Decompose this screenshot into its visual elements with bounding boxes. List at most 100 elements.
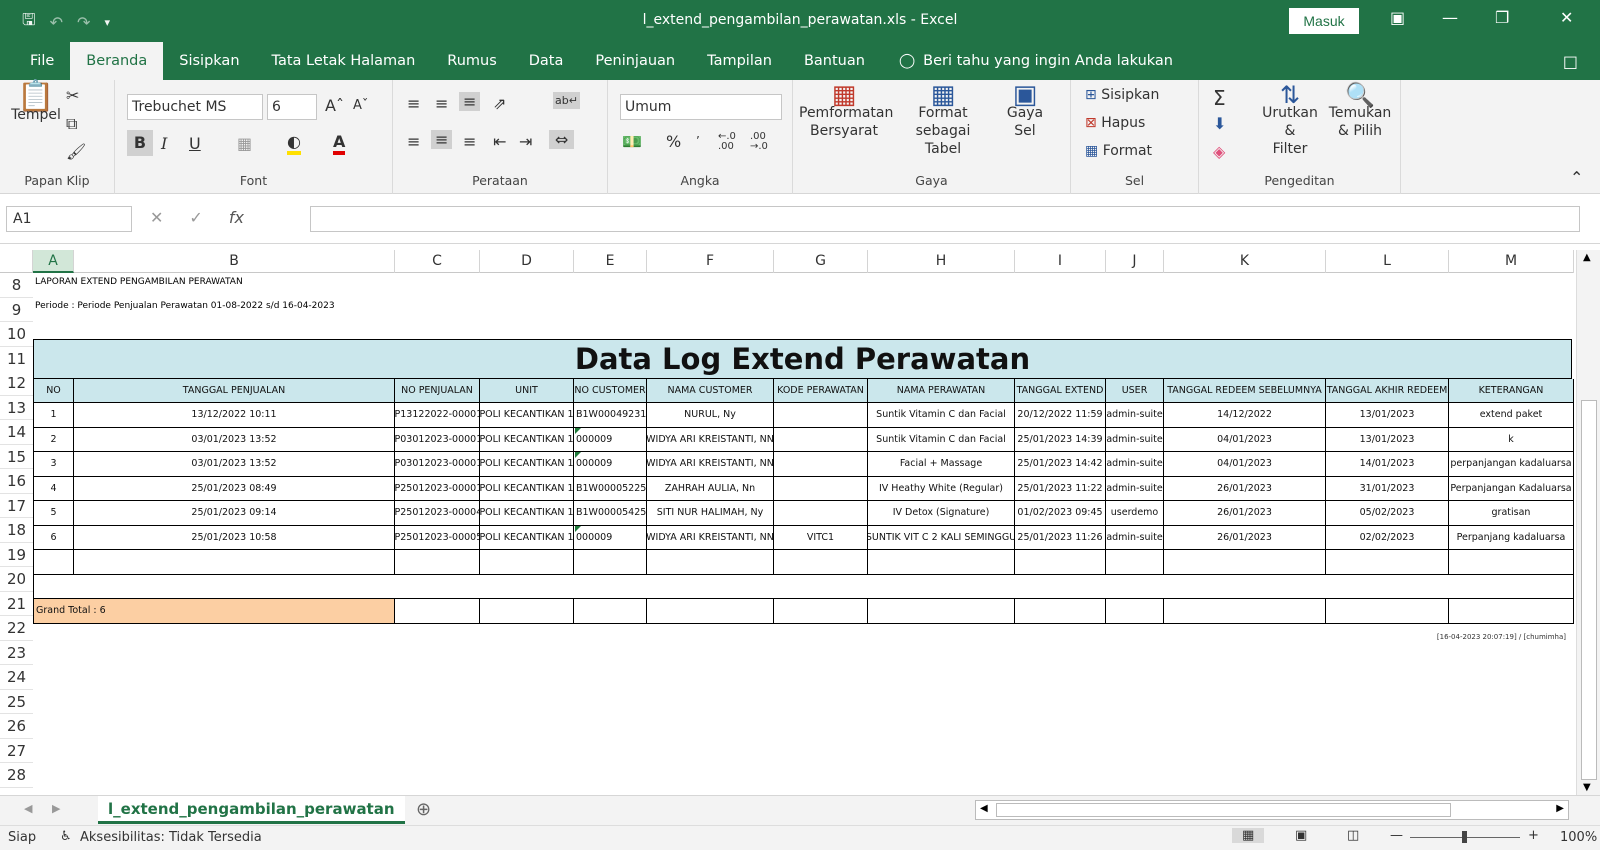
- restore-icon[interactable]: ❐: [1495, 8, 1509, 27]
- scroll-right-icon[interactable]: ▶: [1556, 803, 1564, 814]
- italic-button[interactable]: I: [161, 134, 167, 153]
- format-cells-button[interactable]: ▦ Format: [1085, 142, 1152, 160]
- table-cell-empty[interactable]: [1449, 550, 1574, 575]
- table-cell[interactable]: 31/01/2023: [1326, 476, 1449, 501]
- collapse-ribbon-icon[interactable]: ⌃: [1570, 168, 1583, 187]
- table-header-cell[interactable]: NAMA CUSTOMER: [647, 379, 774, 403]
- row-header-26[interactable]: 26: [0, 714, 33, 739]
- name-box[interactable]: A1: [6, 206, 132, 232]
- table-cell[interactable]: Facial + Massage: [868, 452, 1015, 477]
- merge-center-icon[interactable]: ⇔: [549, 130, 575, 149]
- table-cell[interactable]: SITI NUR HALIMAH, Ny: [647, 501, 774, 526]
- table-cell[interactable]: WIDYA ARI KREISTANTI, NN: [647, 525, 774, 550]
- table-cell[interactable]: POLI KECANTIKAN 1: [480, 525, 574, 550]
- table-cell[interactable]: admin-suite: [1106, 525, 1164, 550]
- zoom-in-icon[interactable]: +: [1528, 828, 1539, 843]
- table-cell[interactable]: 03/01/2023 13:52: [74, 452, 395, 477]
- tab-review[interactable]: Peninjauan: [579, 42, 691, 80]
- table-cell[interactable]: B1W00005425: [574, 501, 647, 526]
- table-cell[interactable]: admin-suite: [1106, 427, 1164, 452]
- cut-icon[interactable]: ✂: [66, 86, 79, 105]
- table-cell[interactable]: k: [1449, 427, 1574, 452]
- table-cell[interactable]: B1W00005225: [574, 476, 647, 501]
- table-cell[interactable]: 26/01/2023: [1164, 476, 1326, 501]
- row-header-24[interactable]: 24: [0, 665, 33, 690]
- row-header-9[interactable]: 9: [0, 297, 33, 322]
- row-header-10[interactable]: 10: [0, 322, 33, 347]
- table-header-cell[interactable]: NO CUSTOMER: [574, 379, 647, 403]
- zoom-slider-thumb[interactable]: [1462, 831, 1467, 843]
- table-cell[interactable]: [774, 403, 868, 428]
- table-cell[interactable]: 25/01/2023 11:26: [1015, 525, 1106, 550]
- customize-qat-icon[interactable]: ▾: [104, 16, 110, 29]
- formula-input[interactable]: [310, 206, 1580, 232]
- tab-help[interactable]: Bantuan: [788, 42, 881, 80]
- grand-total-empty-cell[interactable]: [574, 599, 647, 624]
- scroll-left-icon[interactable]: ◀: [980, 803, 988, 814]
- accessibility-icon[interactable]: ♿: [60, 829, 72, 844]
- row-header-27[interactable]: 27: [0, 738, 33, 763]
- grow-font-icon[interactable]: Aˆ: [325, 96, 344, 115]
- table-cell[interactable]: 1: [33, 403, 74, 428]
- table-cell-empty[interactable]: [574, 550, 647, 575]
- vertical-scrollbar[interactable]: ▲ ▼: [1576, 250, 1600, 795]
- table-cell-empty[interactable]: [33, 550, 74, 575]
- save-icon[interactable]: 🖫: [22, 9, 36, 36]
- table-cell[interactable]: Suntik Vitamin C dan Facial: [868, 427, 1015, 452]
- table-cell[interactable]: 03/01/2023 13:52: [74, 427, 395, 452]
- table-cell[interactable]: 25/01/2023 11:22: [1015, 476, 1106, 501]
- table-cell[interactable]: 25/01/2023 10:58: [74, 525, 395, 550]
- grand-total-empty-cell[interactable]: [480, 599, 574, 624]
- table-cell[interactable]: WIDYA ARI KREISTANTI, NN: [647, 452, 774, 477]
- table-blank-row[interactable]: [33, 574, 1574, 599]
- report-periode[interactable]: Periode : Periode Penjualan Perawatan 01…: [35, 301, 335, 311]
- table-cell[interactable]: 000009: [574, 525, 647, 550]
- orientation-icon[interactable]: ⇗: [493, 94, 506, 113]
- row-header-17[interactable]: 17: [0, 493, 33, 518]
- bold-button[interactable]: B: [127, 130, 153, 156]
- undo-icon[interactable]: ↶: [50, 13, 63, 32]
- align-bottom-icon[interactable]: ≡: [459, 92, 481, 111]
- table-header-cell[interactable]: NO PENJUALAN: [395, 379, 480, 403]
- row-header-25[interactable]: 25: [0, 689, 33, 714]
- close-icon[interactable]: ✕: [1560, 8, 1573, 27]
- format-as-table-button[interactable]: ▦ Format sebagai Tabel: [891, 82, 995, 158]
- row-header-23[interactable]: 23: [0, 640, 33, 665]
- next-sheet-icon[interactable]: ▶: [52, 802, 60, 815]
- align-left-icon[interactable]: ≡: [407, 132, 420, 151]
- table-cell[interactable]: POLI KECANTIKAN 1: [480, 403, 574, 428]
- table-cell[interactable]: 05/02/2023: [1326, 501, 1449, 526]
- grand-total-empty-cell[interactable]: [1326, 599, 1449, 624]
- cell-styles-button[interactable]: ▣ Gaya Sel: [997, 82, 1053, 140]
- sign-in-button[interactable]: Masuk: [1289, 8, 1359, 34]
- table-cell[interactable]: 01/02/2023 09:45: [1015, 501, 1106, 526]
- table-header-cell[interactable]: TANGGAL PENJUALAN: [74, 379, 395, 403]
- table-cell[interactable]: B1W00049231: [574, 403, 647, 428]
- grand-total-cell[interactable]: Grand Total : 6: [33, 599, 395, 624]
- fill-icon[interactable]: ⬇: [1213, 114, 1226, 133]
- table-cell[interactable]: 25/01/2023 08:49: [74, 476, 395, 501]
- table-cell[interactable]: extend paket: [1449, 403, 1574, 428]
- table-cell[interactable]: JP25012023-00004: [395, 501, 480, 526]
- status-accessibility[interactable]: Aksesibilitas: Tidak Tersedia: [80, 830, 262, 845]
- table-cell[interactable]: 4: [33, 476, 74, 501]
- table-cell-empty[interactable]: [774, 550, 868, 575]
- table-cell-empty[interactable]: [868, 550, 1015, 575]
- table-cell[interactable]: 25/01/2023 09:14: [74, 501, 395, 526]
- tab-page-layout[interactable]: Tata Letak Halaman: [256, 42, 432, 80]
- table-cell[interactable]: [774, 427, 868, 452]
- table-cell[interactable]: 13/01/2023: [1326, 427, 1449, 452]
- table-cell[interactable]: 2: [33, 427, 74, 452]
- align-top-icon[interactable]: ≡: [407, 94, 420, 113]
- tab-data[interactable]: Data: [513, 42, 580, 80]
- grand-total-empty-cell[interactable]: [1015, 599, 1106, 624]
- percent-style-icon[interactable]: %: [666, 132, 681, 151]
- table-cell[interactable]: 25/01/2023 14:42: [1015, 452, 1106, 477]
- table-cell[interactable]: 25/01/2023 14:39: [1015, 427, 1106, 452]
- horizontal-scroll-thumb[interactable]: [996, 803, 1451, 817]
- table-cell[interactable]: 26/01/2023: [1164, 525, 1326, 550]
- tab-insert[interactable]: Sisipkan: [163, 42, 255, 80]
- row-header-13[interactable]: 13: [0, 395, 33, 420]
- comma-style-icon[interactable]: ’: [696, 134, 700, 148]
- tab-view[interactable]: Tampilan: [691, 42, 788, 80]
